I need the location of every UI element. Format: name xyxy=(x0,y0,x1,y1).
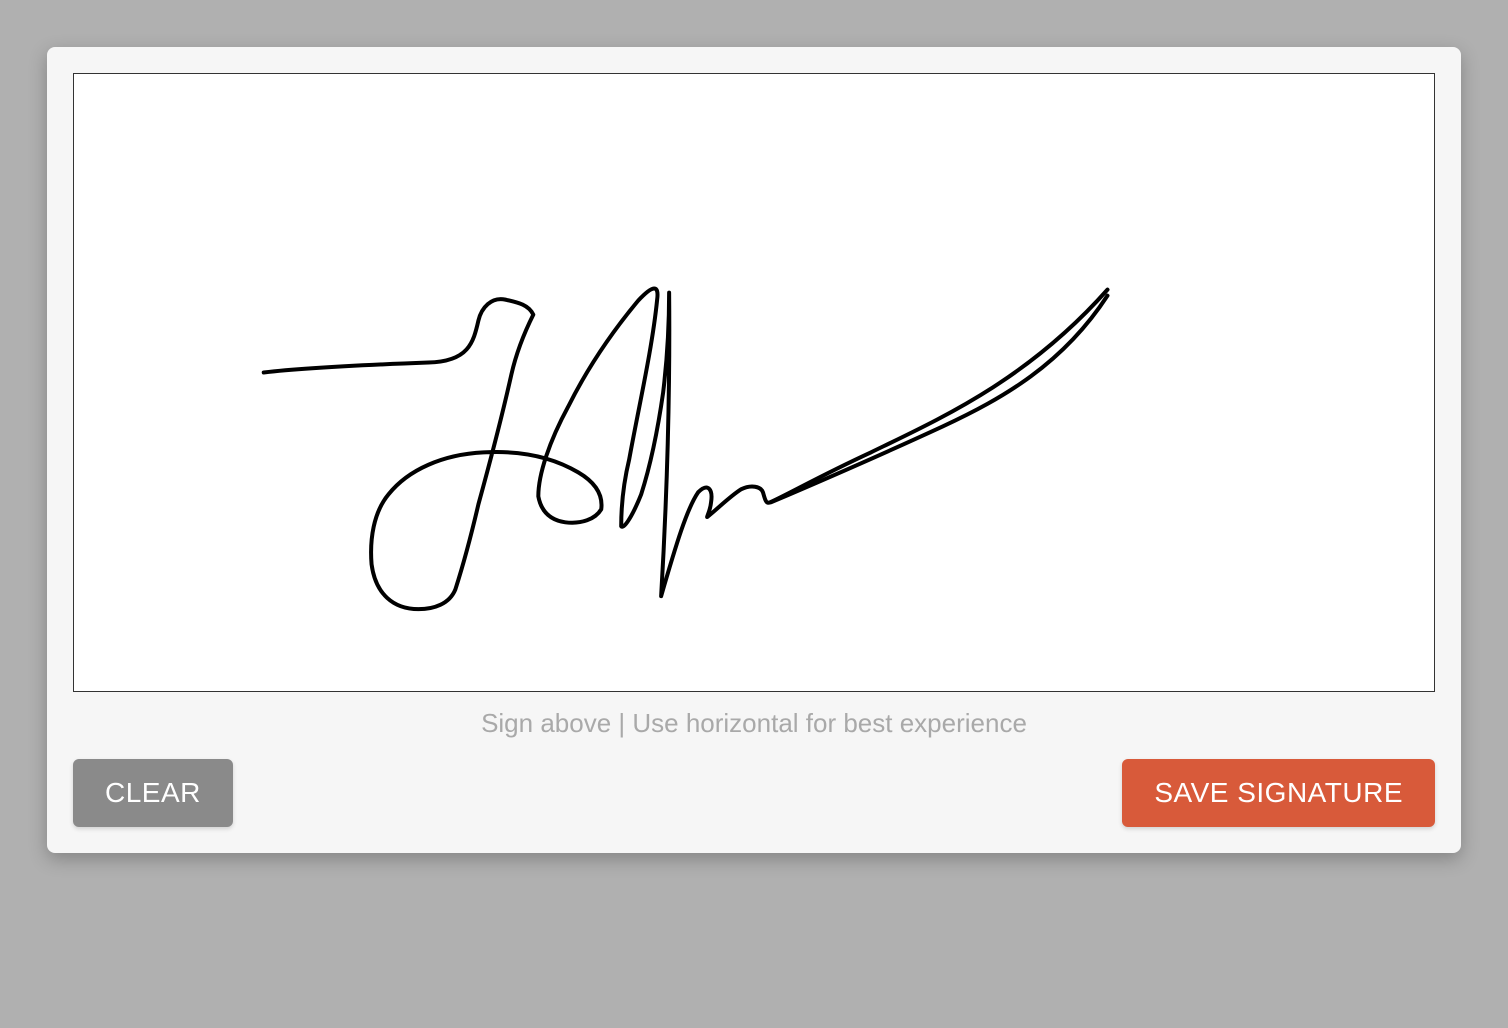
save-signature-button[interactable]: SAVE SIGNATURE xyxy=(1122,759,1435,827)
signature-drawing xyxy=(74,74,1434,691)
signature-card: Sign above | Use horizontal for best exp… xyxy=(47,47,1461,853)
hint-text: Sign above | Use horizontal for best exp… xyxy=(73,692,1435,759)
signature-canvas[interactable] xyxy=(73,73,1435,692)
button-row: CLEAR SAVE SIGNATURE xyxy=(73,759,1435,827)
clear-button[interactable]: CLEAR xyxy=(73,759,233,827)
